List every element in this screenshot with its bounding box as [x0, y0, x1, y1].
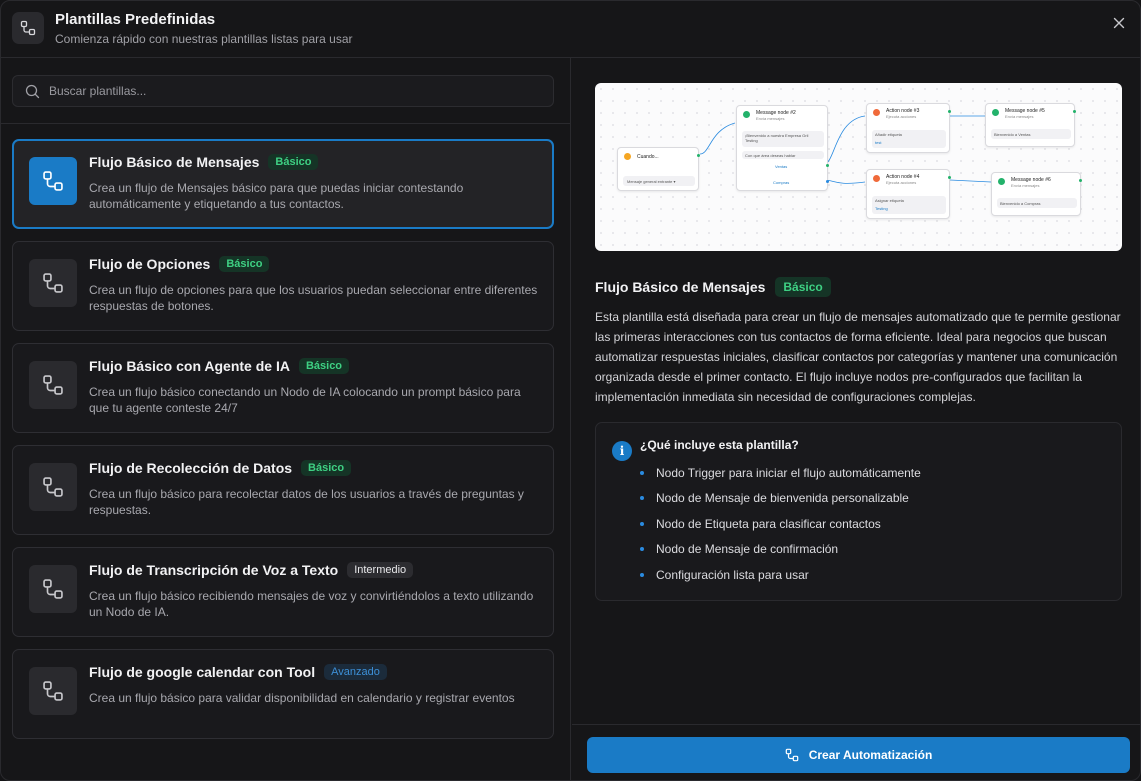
flow-preview-image: Cuando... Mensaje general entrante ▾ Mes… [595, 83, 1122, 251]
template-title-row: Flujo de Transcripción de Voz a Texto Int… [89, 562, 414, 578]
include-item: Nodo de Mensaje de bienvenida personaliz… [640, 491, 909, 505]
template-description: Crea un flujo básico recibiendo mensajes… [89, 589, 534, 619]
template-level-badge: Intermedio [347, 562, 414, 578]
flow-icon [29, 565, 77, 613]
flow-icon [29, 361, 77, 409]
action-node-4: Action node #4 Ejecuta acciones Asignar … [866, 169, 951, 219]
search-box [12, 75, 554, 107]
info-icon: i [612, 441, 632, 461]
templates-list-pane: Flujo Básico de Mensajes Básico Crea un fl… [1, 58, 571, 780]
template-card[interactable]: Flujo Básico de Mensajes Básico Crea un fl… [12, 139, 554, 229]
include-item: Nodo Trigger para iniciar el flujo autom… [640, 466, 921, 480]
close-icon[interactable] [1110, 14, 1128, 32]
message-icon [992, 109, 999, 116]
template-description: Crea un flujo de Mensajes básico para qu… [89, 181, 464, 211]
include-item: Configuración lista para usar [640, 568, 809, 582]
template-card[interactable]: Flujo de Transcripción de Voz a Texto Int… [12, 547, 554, 637]
template-title: Flujo de Opciones [89, 256, 211, 272]
template-card[interactable]: Flujo de Recolección de Datos Básico Crea … [12, 445, 554, 535]
search-icon [25, 84, 40, 104]
template-title: Flujo Básico de Mensajes [89, 154, 260, 170]
detail-title: Flujo Básico de Mensajes [595, 279, 766, 295]
template-title-row: Flujo de google calendar con Tool Avanzad… [89, 664, 387, 680]
flow-icon [29, 259, 77, 307]
flow-icon [29, 463, 77, 511]
template-title-row: Flujo Básico de Mensajes Básico [89, 154, 319, 170]
template-card[interactable]: Flujo Básico con Agente de IA Básico Crea … [12, 343, 554, 433]
trigger-node: Cuando... Mensaje general entrante ▾ [617, 147, 700, 191]
message-icon [743, 111, 750, 118]
template-title-row: Flujo Básico con Agente de IA Básico [89, 358, 350, 374]
message-node-6: Message node #6 Envía mensajes Bienvenid… [991, 172, 1082, 216]
template-description: Crea un flujo de opciones para que los u… [89, 283, 538, 313]
template-description: Crea un flujo básico para validar dispon… [89, 691, 515, 705]
flow-icon [29, 667, 77, 715]
flow-icon [12, 12, 44, 44]
detail-description: Esta plantilla está diseñada para crear … [595, 310, 1121, 404]
action-icon [873, 175, 880, 182]
include-item: Nodo de Etiqueta para clasificar contact… [640, 517, 881, 531]
template-level-badge: Avanzado [324, 664, 387, 680]
footer-divider [572, 724, 1140, 725]
action-node-3: Action node #3 Ejecuta acciones Añadir e… [866, 103, 951, 153]
template-title: Flujo de Recolección de Datos [89, 460, 293, 476]
templates-modal: Plantillas Predefinidas Comienza rápido … [0, 0, 1141, 781]
message-node-2: Message node #2 Envía mensajes ¡Bienveni… [736, 105, 829, 191]
includes-box: i ¿Qué incluye esta plantilla? Nodo Trig… [595, 422, 1122, 601]
modal-title: Plantillas Predefinidas [55, 11, 216, 28]
template-title: Flujo Básico con Agente de IA [89, 358, 290, 374]
flow-icon [29, 157, 77, 205]
create-automation-label: Crear Automatización [808, 748, 933, 762]
detail-title-row: Flujo Básico de Mensajes Básico [595, 277, 831, 297]
template-card[interactable]: Flujo de Opciones Básico Crea un flujo de … [12, 241, 554, 331]
include-item: Nodo de Mensaje de confirmación [640, 542, 838, 556]
template-title-row: Flujo de Recolección de Datos Básico [89, 460, 352, 476]
message-icon [998, 178, 1005, 185]
action-3-box: Añadir etiqueta test [872, 130, 946, 148]
includes-title: ¿Qué incluye esta plantilla? [640, 438, 799, 452]
divider [1, 123, 570, 124]
template-detail-pane: Cuando... Mensaje general entrante ▾ Mes… [572, 58, 1140, 780]
template-description: Crea un flujo básico conectando un Nodo … [89, 385, 521, 415]
template-level-badge: Básico [268, 154, 319, 170]
flow-icon [785, 748, 799, 762]
modal-header: Plantillas Predefinidas Comienza rápido … [1, 1, 1140, 58]
template-title-row: Flujo de Opciones Básico [89, 256, 270, 272]
template-level-badge: Básico [298, 358, 350, 374]
message-node-5: Message node #5 Envía mensajes Bienvenid… [985, 103, 1076, 147]
detail-level-badge: Básico [775, 277, 831, 297]
template-card[interactable]: Flujo de google calendar con Tool Avanzad… [12, 649, 554, 739]
template-title: Flujo de google calendar con Tool [89, 664, 316, 680]
template-description: Crea un flujo básico para recolectar dat… [89, 487, 524, 517]
action-4-box: Asignar etiqueta Testing [872, 196, 946, 214]
template-level-badge: Básico [301, 460, 352, 476]
trigger-icon [624, 153, 631, 160]
create-automation-button[interactable]: Crear Automatización [587, 737, 1130, 773]
action-icon [873, 109, 880, 116]
modal-subtitle: Comienza rápido con nuestras plantillas … [55, 32, 353, 46]
template-level-badge: Básico [219, 256, 270, 272]
search-input[interactable] [49, 76, 549, 106]
template-title: Flujo de Transcripción de Voz a Texto [89, 562, 339, 578]
